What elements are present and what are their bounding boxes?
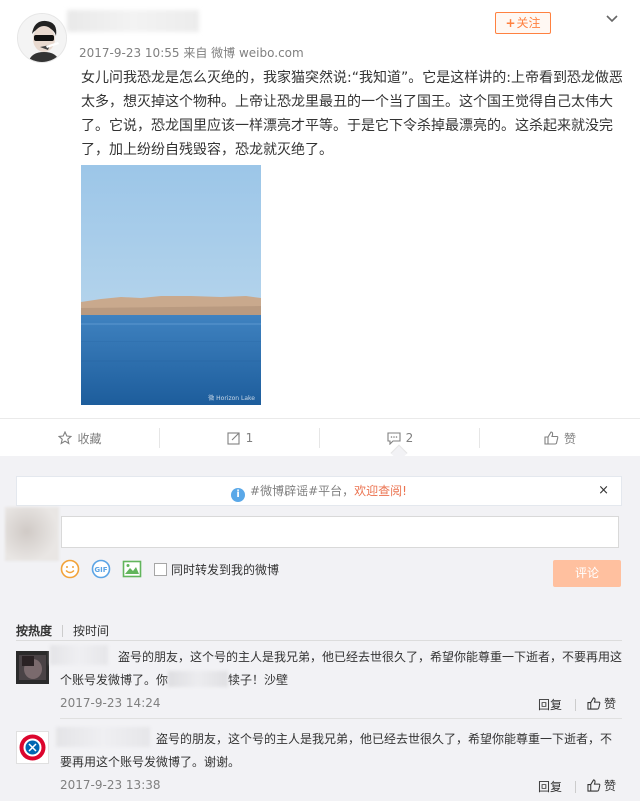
chevron-down-icon[interactable] bbox=[604, 10, 620, 26]
comment-like-button[interactable]: 赞 bbox=[587, 777, 616, 794]
follow-label: 关注 bbox=[516, 16, 541, 30]
comment-date: 2017-9-23 13:38 bbox=[60, 778, 161, 792]
divider bbox=[575, 699, 576, 711]
from-label: 来自 bbox=[183, 46, 208, 60]
svg-text:GIF: GIF bbox=[94, 566, 107, 574]
comment-item: 盗号的朋友，这个号的主人是我兄弟，他已经去世很久了，希望你能尊重一下逝者，不要再… bbox=[0, 645, 640, 718]
user-avatar-icon bbox=[18, 14, 66, 62]
submit-comment-button[interactable]: 评论 bbox=[553, 560, 621, 587]
like-label: 赞 bbox=[604, 779, 617, 793]
comment-count: 2 bbox=[405, 431, 414, 445]
repost-icon bbox=[227, 432, 240, 445]
user-avatar-icon bbox=[16, 651, 49, 684]
follow-button[interactable]: +关注 bbox=[495, 12, 551, 34]
comment-text: 盗号的朋友，这个号的主人是我兄弟，他已经去世很久了，希望你能尊重一下逝者，不要再… bbox=[60, 732, 613, 769]
notice-text: #微博辟谣#平台， bbox=[250, 484, 355, 498]
star-icon bbox=[58, 431, 73, 445]
rumor-notice[interactable]: i #微博辟谣#平台，欢迎查阅! × bbox=[16, 476, 622, 506]
divider bbox=[16, 640, 622, 641]
follow-plus-icon: + bbox=[505, 16, 516, 30]
author-avatar[interactable] bbox=[17, 13, 67, 63]
comment-item: 盗号的朋友，这个号的主人是我兄弟，他已经去世很久了，希望你能尊重一下逝者，不要再… bbox=[0, 727, 640, 801]
close-icon[interactable]: × bbox=[598, 477, 609, 505]
favorite-button[interactable]: 收藏 bbox=[0, 419, 160, 457]
author-name[interactable] bbox=[67, 10, 199, 32]
post-timestamp[interactable]: 2017-9-23 10:55 bbox=[79, 46, 180, 60]
thumbs-up-icon bbox=[587, 779, 601, 792]
info-icon: i bbox=[231, 488, 246, 502]
weibo-post: 2017-9-23 10:55 来自 微博 weibo.com +关注 女儿问我… bbox=[0, 0, 640, 418]
comment-sort: 按热度 按时间 bbox=[16, 622, 109, 639]
redacted-text bbox=[168, 671, 229, 687]
post-text: 女儿问我恐龙是怎么灭绝的，我家猫突然说:“我知道”。它是这样讲的:上帝看到恐龙做… bbox=[81, 70, 623, 158]
photo-watermark: 微 Horizon Lake bbox=[208, 395, 255, 402]
comment-icon bbox=[387, 432, 401, 445]
divider bbox=[575, 781, 576, 793]
post-image[interactable]: 微 Horizon Lake bbox=[81, 165, 261, 405]
comment-text-part: 盗号的朋友，这个号的主人是我兄弟，他已经去世很久了，希望你能尊重一下逝者，不要再… bbox=[60, 650, 623, 687]
like-label: 赞 bbox=[604, 697, 617, 711]
commenter-avatar[interactable] bbox=[16, 731, 49, 764]
comment-date: 2017-9-23 14:24 bbox=[60, 696, 161, 710]
my-avatar bbox=[5, 507, 59, 561]
favorite-label: 收藏 bbox=[77, 431, 102, 446]
sort-by-time[interactable]: 按时间 bbox=[73, 622, 109, 639]
commenter-avatar[interactable] bbox=[16, 651, 49, 684]
post-source[interactable]: 微博 weibo.com bbox=[211, 46, 304, 60]
post-action-bar: 收藏 1 2 赞 bbox=[0, 418, 640, 456]
sync-repost-checkbox[interactable] bbox=[154, 562, 167, 576]
comment-input[interactable] bbox=[61, 516, 619, 548]
reply-button[interactable]: 回复 bbox=[538, 696, 562, 713]
composer-tools: GIF 同时转发到我的微博 bbox=[60, 558, 279, 580]
sort-by-hot[interactable]: 按热度 bbox=[16, 622, 52, 639]
like-label: 赞 bbox=[563, 431, 576, 446]
comments-panel: i #微博辟谣#平台，欢迎查阅! × GIF 同时转发到我的微博 评论 按热度 按… bbox=[0, 456, 640, 801]
image-icon[interactable] bbox=[122, 559, 142, 579]
comment-text: 盗号的朋友，这个号的主人是我兄弟，他已经去世很久了，希望你能尊重一下逝者，不要再… bbox=[60, 646, 622, 692]
thumbs-up-icon bbox=[544, 431, 559, 445]
divider bbox=[60, 718, 622, 719]
comment-text-part: 犊子！沙壁 bbox=[228, 673, 289, 687]
repost-count: 1 bbox=[245, 431, 254, 445]
sync-repost-label: 同时转发到我的微博 bbox=[171, 562, 280, 577]
like-button[interactable]: 赞 bbox=[480, 419, 640, 457]
user-avatar-icon bbox=[17, 732, 48, 763]
reply-button[interactable]: 回复 bbox=[538, 778, 562, 795]
lake-photo bbox=[81, 165, 261, 405]
repost-button[interactable]: 1 bbox=[160, 419, 320, 457]
emoji-icon[interactable] bbox=[60, 559, 80, 579]
gif-icon[interactable]: GIF bbox=[91, 559, 111, 579]
post-meta: 2017-9-23 10:55 来自 微博 weibo.com bbox=[79, 44, 304, 61]
comment-like-button[interactable]: 赞 bbox=[587, 695, 616, 712]
sort-divider bbox=[62, 624, 64, 637]
notice-link[interactable]: 欢迎查阅! bbox=[354, 484, 407, 498]
thumbs-up-icon bbox=[587, 697, 601, 710]
